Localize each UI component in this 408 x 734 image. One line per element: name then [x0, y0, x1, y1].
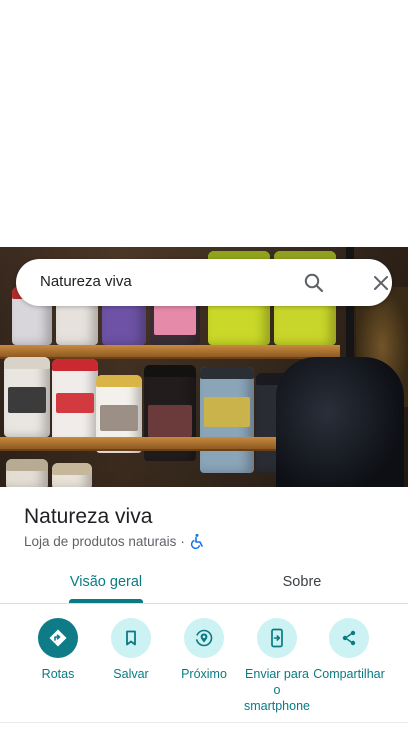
share-button[interactable]: Compartilhar	[310, 618, 388, 682]
tab-about[interactable]: Sobre	[196, 560, 408, 604]
divider	[0, 722, 408, 723]
product-tub	[4, 357, 50, 437]
directions-button[interactable]: Rotas	[19, 618, 97, 682]
directions-icon	[38, 618, 78, 658]
share-label: Compartilhar	[313, 667, 385, 681]
save-label: Salvar	[113, 667, 149, 681]
shelf	[0, 345, 340, 359]
nearby-icon	[184, 618, 224, 658]
product-tub	[200, 367, 254, 473]
send-to-phone-icon	[257, 618, 297, 658]
close-icon[interactable]	[369, 271, 393, 295]
separator-dot: ·	[180, 533, 185, 549]
map-area-blank	[0, 0, 408, 247]
tab-overview[interactable]: Visão geral	[0, 560, 212, 604]
search-bar[interactable]: Natureza viva	[16, 259, 392, 306]
nearby-button[interactable]: Próximo	[165, 618, 243, 682]
place-title: Natureza viva	[24, 505, 153, 528]
product-tub	[6, 459, 48, 487]
save-button[interactable]: Salvar	[92, 618, 170, 682]
nearby-label: Próximo	[181, 667, 227, 681]
share-icon	[329, 618, 369, 658]
send-to-phone-label: Enviar para o smartphone	[243, 667, 310, 713]
photo-bag	[276, 357, 404, 487]
place-category: Loja de produtos naturais	[24, 533, 177, 549]
directions-label: Rotas	[41, 667, 75, 681]
tab-bar: Visão geral Sobre	[0, 560, 408, 604]
send-to-phone-button[interactable]: Enviar para o smartphone	[238, 618, 316, 714]
product-tub	[52, 359, 98, 445]
wheelchair-accessible-icon	[189, 533, 205, 550]
search-icon[interactable]	[302, 271, 326, 295]
product-tub	[52, 463, 92, 487]
place-subtitle: Loja de produtos naturais ·	[24, 533, 205, 550]
bookmark-icon	[111, 618, 151, 658]
search-query[interactable]: Natureza viva	[40, 273, 132, 290]
active-tab-indicator	[69, 599, 143, 603]
